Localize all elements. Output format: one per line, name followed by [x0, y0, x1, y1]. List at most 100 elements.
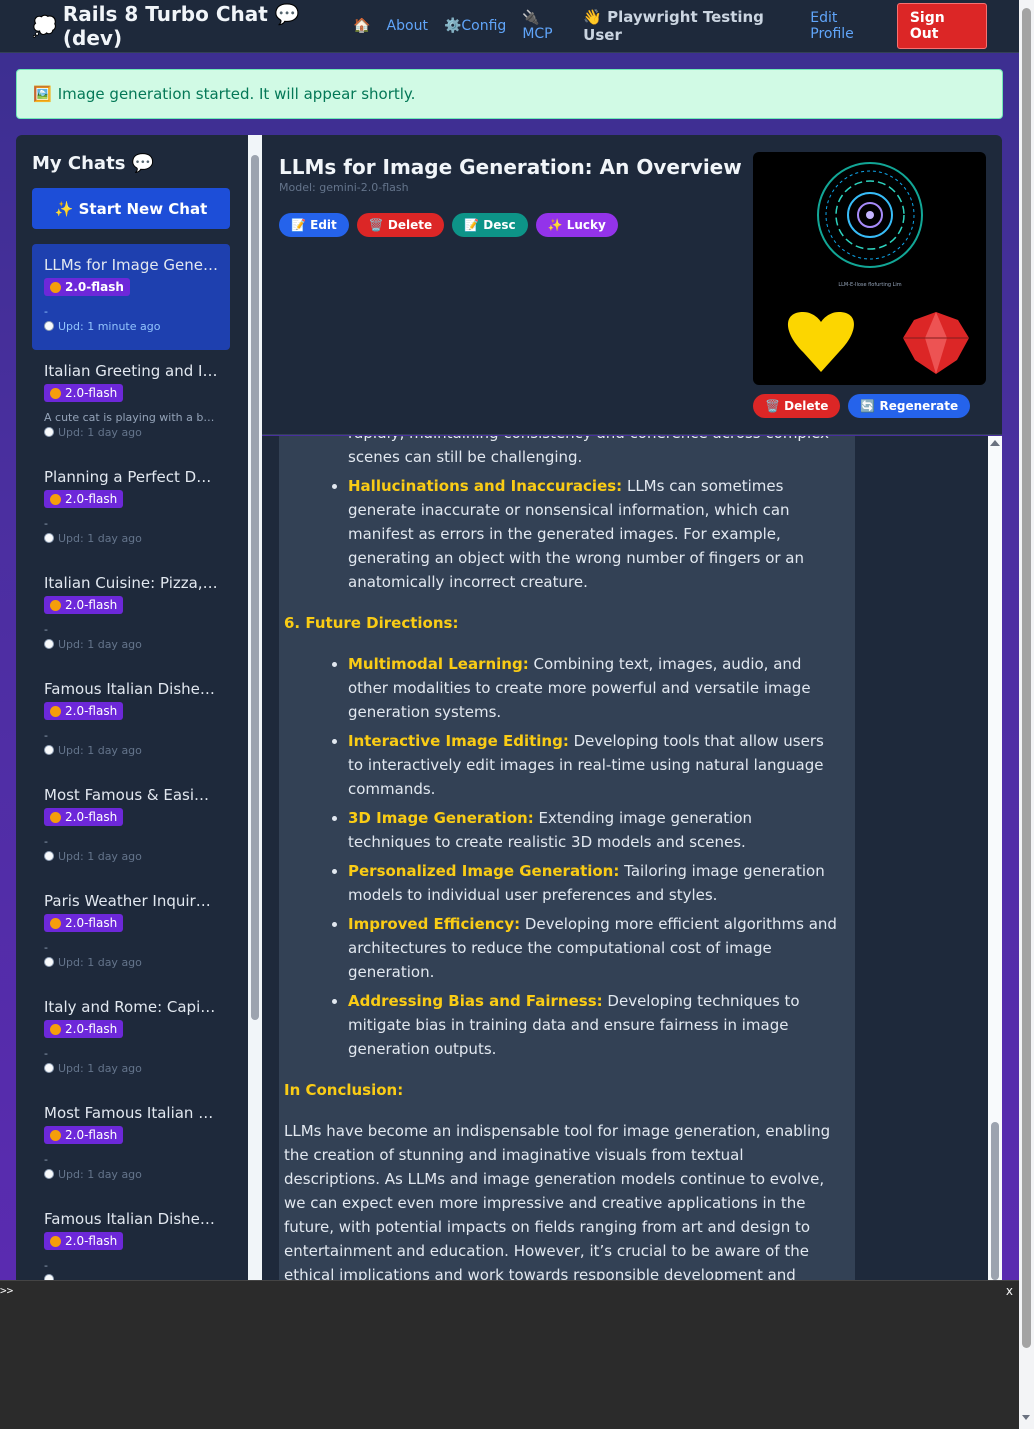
- chat-item-updated-text: Upd: 1 day ago: [58, 637, 142, 651]
- console-panel[interactable]: >> x: [0, 1280, 1019, 1429]
- gemini-icon: [50, 917, 61, 929]
- chat-list-item[interactable]: Most Famous Italian Dishes 2.0-flash -Upd:…: [32, 1092, 230, 1198]
- model-badge-label: 2.0-flash: [65, 810, 118, 824]
- model-badge: 2.0-flash: [44, 702, 124, 720]
- generated-image-art: LLM-E-Ilose flofurting Lim: [788, 162, 969, 374]
- chat-list-item[interactable]: Most Famous & Easiest Recipes 2.0-flash -U…: [32, 774, 230, 880]
- chat-item-updated-text: Upd: 1 day ago: [58, 1167, 142, 1181]
- page-scrollbar[interactable]: [1019, 0, 1034, 1429]
- sidebar-scrollbar-thumb[interactable]: [251, 155, 259, 1020]
- message-scroll-area[interactable]: Consistency and Coherence: While image q…: [262, 436, 988, 1280]
- flash-notice: 🖼️ Image generation started. It will app…: [16, 69, 1003, 119]
- model-badge: 2.0-flash: [44, 490, 124, 508]
- list-item-term: Improved Efficiency:: [348, 915, 521, 933]
- list-item: Consistency and Coherence: While image q…: [348, 436, 839, 469]
- sign-out-button[interactable]: Sign Out: [896, 3, 988, 49]
- chat-list-item[interactable]: Italian Greeting and Introduction 2.0-fla…: [32, 350, 230, 456]
- delete-image-button[interactable]: 🗑️ Delete: [753, 394, 841, 418]
- sidebar-title: My Chats 💬: [32, 153, 155, 174]
- list-item-term: Personalized Image Generation:: [348, 862, 620, 880]
- chat-item-updated-text: Upd: 1 day ago: [58, 1061, 142, 1075]
- chat-item-updated: Upd: 1 day ago: [44, 1168, 218, 1181]
- navbar: 💭 Rails 8 Turbo Chat 💬 (dev) 🏠 About ⚙️C…: [0, 0, 1019, 53]
- edit-profile-link[interactable]: Edit Profile: [810, 10, 881, 42]
- edit-chat-button[interactable]: 📝 Edit: [279, 213, 349, 237]
- chat-list-item[interactable]: LLMs for Image Generation: An Overview 2.…: [32, 244, 230, 350]
- chat-item-updated: Upd: 1 day ago: [44, 426, 218, 439]
- chat-item-title: Most Famous Italian Dishes: [44, 1104, 218, 1122]
- delete-chat-button[interactable]: 🗑️ Delete: [356, 213, 445, 237]
- chat-item-updated-text: Upd: 1 day ago: [58, 849, 142, 863]
- model-badge-label: 2.0-flash: [65, 1234, 118, 1248]
- chat-item-title: Paris Weather Inquiry Today: [44, 892, 218, 910]
- generated-chat-image[interactable]: LLM-E-Ilose flofurting Lim: [753, 152, 986, 385]
- chat-item-title: Italian Greeting and Introduction: [44, 362, 218, 380]
- list-item: Interactive Image Editing: Developing to…: [348, 729, 839, 801]
- chat-list-item[interactable]: Italian Cuisine: Pizza, Pasta 2.0-flash -U…: [32, 562, 230, 668]
- clock-icon: [44, 321, 54, 331]
- chat-item-title: Most Famous & Easiest Recipes: [44, 786, 218, 804]
- chat-list-item[interactable]: Italy and Rome: Capital City 2.0-flash -Up…: [32, 986, 230, 1092]
- clock-icon: [44, 427, 54, 437]
- future-directions-heading: 6. Future Directions:: [284, 614, 459, 632]
- model-badge-label: 2.0-flash: [65, 1128, 118, 1142]
- list-item-term: Multimodal Learning:: [348, 655, 529, 673]
- list-item: Personalized Image Generation: Tailoring…: [348, 859, 839, 907]
- gemini-icon: [50, 281, 61, 293]
- picture-icon: 🖼️: [33, 85, 52, 103]
- chat-item-updated-text: Upd: 1 minute ago: [58, 319, 161, 333]
- scroll-down-arrow-icon[interactable]: [1022, 1415, 1030, 1420]
- gemini-icon: [50, 599, 61, 611]
- desc-button[interactable]: 📝 Desc: [452, 213, 528, 237]
- user-greeting: 👋 Playwright Testing User: [583, 8, 764, 44]
- console-close-button[interactable]: x: [1006, 1284, 1013, 1298]
- clock-icon: [44, 745, 54, 755]
- page: 💭 Rails 8 Turbo Chat 💬 (dev) 🏠 About ⚙️C…: [0, 0, 1019, 1280]
- brand[interactable]: 💭 Rails 8 Turbo Chat 💬 (dev): [32, 2, 353, 50]
- start-new-chat-button[interactable]: ✨ Start New Chat: [32, 188, 230, 229]
- chat-item-title: Famous Italian Dishes Explained: [44, 1210, 218, 1228]
- model-badge: 2.0-flash: [44, 1020, 124, 1038]
- regenerate-image-button[interactable]: 🔄 Regenerate: [848, 394, 971, 418]
- gemini-icon: [50, 493, 61, 505]
- image-caption: LLM-E-Ilose flofurting Lim: [838, 282, 901, 288]
- console-prompt[interactable]: >>: [0, 1284, 13, 1297]
- chat-item-title: Famous Italian Dishes and Recipes: [44, 680, 218, 698]
- lucky-button[interactable]: ✨ Lucky: [535, 213, 618, 237]
- chat-list-item[interactable]: Famous Italian Dishes and Recipes 2.0-fla…: [32, 668, 230, 774]
- chat-header: LLMs for Image Generation: An Overview M…: [262, 135, 1002, 435]
- message-scrollbar[interactable]: [988, 436, 1002, 1280]
- sidebar-scrollbar[interactable]: [248, 135, 262, 1280]
- chat-item-title: Planning a Perfect Day in Rome: [44, 468, 218, 486]
- model-badge-label: 2.0-flash: [65, 1022, 118, 1036]
- scroll-up-arrow-icon[interactable]: [990, 440, 1000, 446]
- chat-item-updated: Upd: 1 day ago: [44, 532, 218, 545]
- about-link[interactable]: About: [387, 18, 428, 34]
- home-icon[interactable]: 🏠: [353, 18, 370, 34]
- chat-item-updated: Upd: 1 day ago: [44, 850, 218, 863]
- chat-item-updated: Upd: 1 day ago: [44, 638, 218, 651]
- chat-list-item[interactable]: Famous Italian Dishes Explained 2.0-flash…: [32, 1198, 230, 1280]
- page-scrollbar-thumb[interactable]: [1022, 8, 1031, 1348]
- chat-list-item[interactable]: Planning a Perfect Day in Rome 2.0-flash -…: [32, 456, 230, 562]
- model-badge-label: 2.0-flash: [65, 916, 118, 930]
- gemini-icon: [50, 1023, 61, 1035]
- chat-item-description: -: [44, 1152, 48, 1166]
- conclusion-heading: In Conclusion:: [284, 1081, 404, 1099]
- chat-item-updated-text: Upd: 1 day ago: [58, 425, 142, 439]
- list-item-text: While image quality is improving rapidly…: [348, 436, 829, 466]
- chat-list-item[interactable]: Paris Weather Inquiry Today 2.0-flash -Upd…: [32, 880, 230, 986]
- chat-sidebar: My Chats 💬 ✨ Start New Chat LLMs for Ima…: [16, 135, 248, 1280]
- gemini-icon: [50, 811, 61, 823]
- config-link[interactable]: ⚙️Config: [444, 18, 506, 34]
- message-scrollbar-thumb[interactable]: [991, 1122, 999, 1280]
- mcp-link[interactable]: 🔌MCP: [522, 10, 567, 42]
- clock-icon: [44, 957, 54, 967]
- chat-item-description: -: [44, 622, 48, 636]
- model-badge: 2.0-flash: [44, 384, 124, 402]
- model-badge-label: 2.0-flash: [65, 704, 118, 718]
- model-badge-label: 2.0-flash: [65, 280, 124, 294]
- gemini-icon: [50, 705, 61, 717]
- chat-item-description: -: [44, 940, 48, 954]
- model-badge: 2.0-flash: [44, 914, 124, 932]
